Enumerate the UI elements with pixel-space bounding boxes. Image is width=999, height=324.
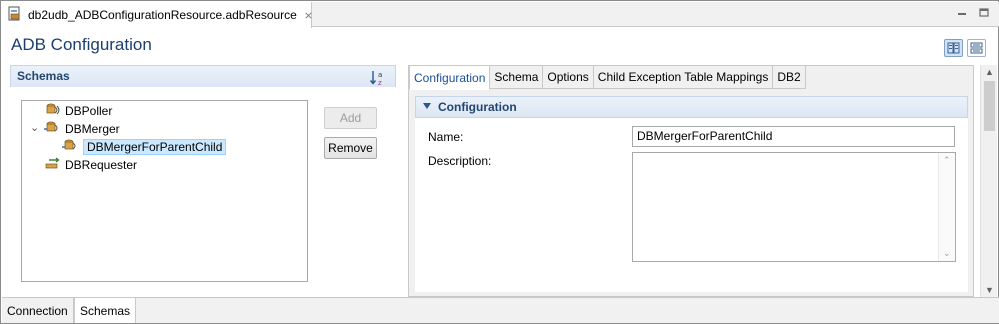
scroll-down-icon[interactable]: ▼: [985, 285, 994, 295]
db-merger-icon: [62, 138, 79, 156]
details-tabs: Configuration Schema Options Child Excep…: [409, 66, 806, 90]
configuration-section-title: Configuration: [438, 100, 517, 114]
tree-item-label: DBMerger: [65, 122, 120, 136]
name-label: Name:: [428, 130, 464, 144]
scrollbar-thumb[interactable]: [984, 81, 995, 131]
horizontal-layout-icon[interactable]: [944, 39, 963, 57]
name-field[interactable]: DBMergerForParentChild: [632, 126, 955, 147]
scroll-up-icon[interactable]: ▲: [985, 67, 994, 77]
tree-item-label: DBPoller: [65, 104, 113, 118]
editor-tab-bar: db2udb_ADBConfigurationResource.adbResou…: [2, 2, 999, 28]
svg-text:a: a: [378, 71, 382, 79]
tab-db2[interactable]: DB2: [773, 66, 806, 89]
editor-window: db2udb_ADBConfigurationResource.adbResou…: [0, 0, 999, 324]
tree-item-dbpoller[interactable]: DBPoller: [44, 102, 112, 120]
close-icon[interactable]: ⨯: [304, 9, 313, 22]
chevron-down-icon[interactable]: ⌄: [30, 121, 39, 134]
sort-alphabetical-icon[interactable]: a z: [369, 69, 387, 87]
vertical-layout-icon[interactable]: [967, 39, 986, 57]
page-scrollbar[interactable]: ▲ ▼: [980, 65, 997, 297]
bottom-tab-bar: Connection Schemas: [2, 297, 999, 323]
maximize-icon[interactable]: [977, 6, 991, 20]
db-merger-icon: [44, 120, 61, 138]
schemas-section-title: Schemas: [17, 69, 70, 83]
description-label: Description:: [428, 154, 492, 168]
schema-tree[interactable]: DBPoller ⌄ DBMerger DBMergerForParentChi…: [21, 100, 308, 282]
editor-tab-label: db2udb_ADBConfigurationResource.adbResou…: [28, 8, 297, 22]
details-panel: Configuration Schema Options Child Excep…: [408, 65, 974, 297]
configuration-tab-body: Configuration Name: DBMergerForParentChi…: [415, 96, 968, 292]
db-poller-icon: [44, 102, 61, 120]
tab-schemas[interactable]: Schemas: [74, 298, 137, 323]
configuration-section-header[interactable]: Configuration: [415, 96, 968, 118]
schemas-section-header: Schemas a z: [10, 65, 396, 87]
collapse-triangle-icon[interactable]: [423, 103, 431, 109]
editor-tab[interactable]: db2udb_ADBConfigurationResource.adbResou…: [2, 2, 313, 28]
tree-item-dbrequester[interactable]: DBRequester: [44, 156, 137, 174]
scroll-down-icon[interactable]: ⌄: [943, 248, 951, 259]
tree-item-label: DBRequester: [65, 158, 138, 172]
minimize-icon[interactable]: [955, 6, 969, 20]
tab-connection[interactable]: Connection: [2, 298, 74, 323]
description-scrollbar[interactable]: ⌃ ⌄: [938, 153, 955, 261]
description-field[interactable]: ⌃ ⌄: [632, 152, 956, 262]
tree-item-label: DBMergerForParentChild: [83, 139, 227, 155]
db-requester-icon: [44, 156, 61, 174]
tree-item-dbmerger[interactable]: DBMerger: [44, 120, 120, 138]
tab-options[interactable]: Options: [543, 66, 594, 89]
add-button[interactable]: Add: [324, 107, 377, 129]
tab-child-exception-table-mappings[interactable]: Child Exception Table Mappings: [593, 66, 774, 89]
schemas-section: Schemas a z DBPoller ⌄ DBMerger DBMerger…: [10, 65, 396, 296]
scroll-up-icon[interactable]: ⌃: [943, 155, 951, 166]
tree-item-dbmergerforparentchild[interactable]: DBMergerForParentChild: [62, 138, 227, 156]
resource-file-icon: [8, 6, 22, 24]
tab-configuration[interactable]: Configuration: [409, 66, 491, 90]
remove-button[interactable]: Remove: [324, 137, 377, 159]
page-title: ADB Configuration: [11, 35, 152, 54]
svg-text:z: z: [378, 79, 382, 87]
tab-schema[interactable]: Schema: [490, 66, 544, 89]
